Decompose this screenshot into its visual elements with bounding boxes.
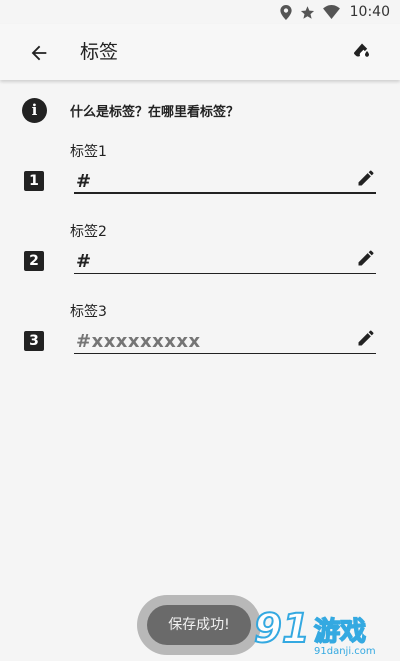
watermark-text: 游戏 [314, 617, 366, 647]
tag-field-2[interactable] [74, 248, 376, 274]
tag-underline [74, 353, 376, 354]
tag-underline [74, 273, 376, 274]
watermark-number: 91 [254, 606, 310, 652]
info-icon: i [22, 98, 47, 123]
status-icons: 10:40 [280, 3, 390, 21]
back-arrow-icon[interactable] [28, 42, 50, 64]
status-bar: 10:40 [0, 0, 400, 24]
tag-row-2: 2 标签2 [0, 220, 400, 280]
tag-number-badge: 2 [24, 251, 44, 271]
status-time: 10:40 [349, 4, 390, 20]
app-bar: 标签 [0, 24, 400, 80]
pencil-icon[interactable] [356, 328, 376, 348]
toast-message: 保存成功! [147, 605, 251, 645]
eraser-icon[interactable] [350, 40, 374, 64]
watermark-logo: 91 游戏 91danji.com [253, 605, 376, 657]
tag-input-1[interactable] [74, 170, 348, 193]
wifi-icon [322, 5, 340, 19]
tag-underline [74, 192, 376, 194]
tag-label: 标签3 [70, 304, 107, 320]
tag-input-2[interactable] [74, 250, 348, 273]
pencil-icon[interactable] [356, 248, 376, 268]
tag-number-badge: 3 [24, 331, 44, 351]
tag-input-3[interactable] [74, 330, 348, 353]
watermark-url: 91danji.com [314, 646, 376, 657]
tag-row-3: 3 标签3 [0, 300, 400, 360]
tag-number-badge: 1 [24, 171, 44, 191]
tag-row-1: 1 标签1 [0, 140, 400, 200]
tag-field-1[interactable] [74, 168, 376, 194]
tag-label: 标签2 [70, 224, 107, 240]
tag-field-3[interactable] [74, 328, 376, 354]
info-help-text[interactable]: 什么是标签？在哪里看标签？ [70, 101, 239, 120]
pencil-icon[interactable] [356, 168, 376, 188]
star-icon [300, 5, 314, 19]
location-icon [280, 4, 292, 20]
page-title: 标签 [80, 41, 119, 63]
tag-label: 标签1 [70, 144, 107, 160]
info-help-row[interactable]: i 什么是标签？在哪里看标签？ [22, 98, 382, 124]
